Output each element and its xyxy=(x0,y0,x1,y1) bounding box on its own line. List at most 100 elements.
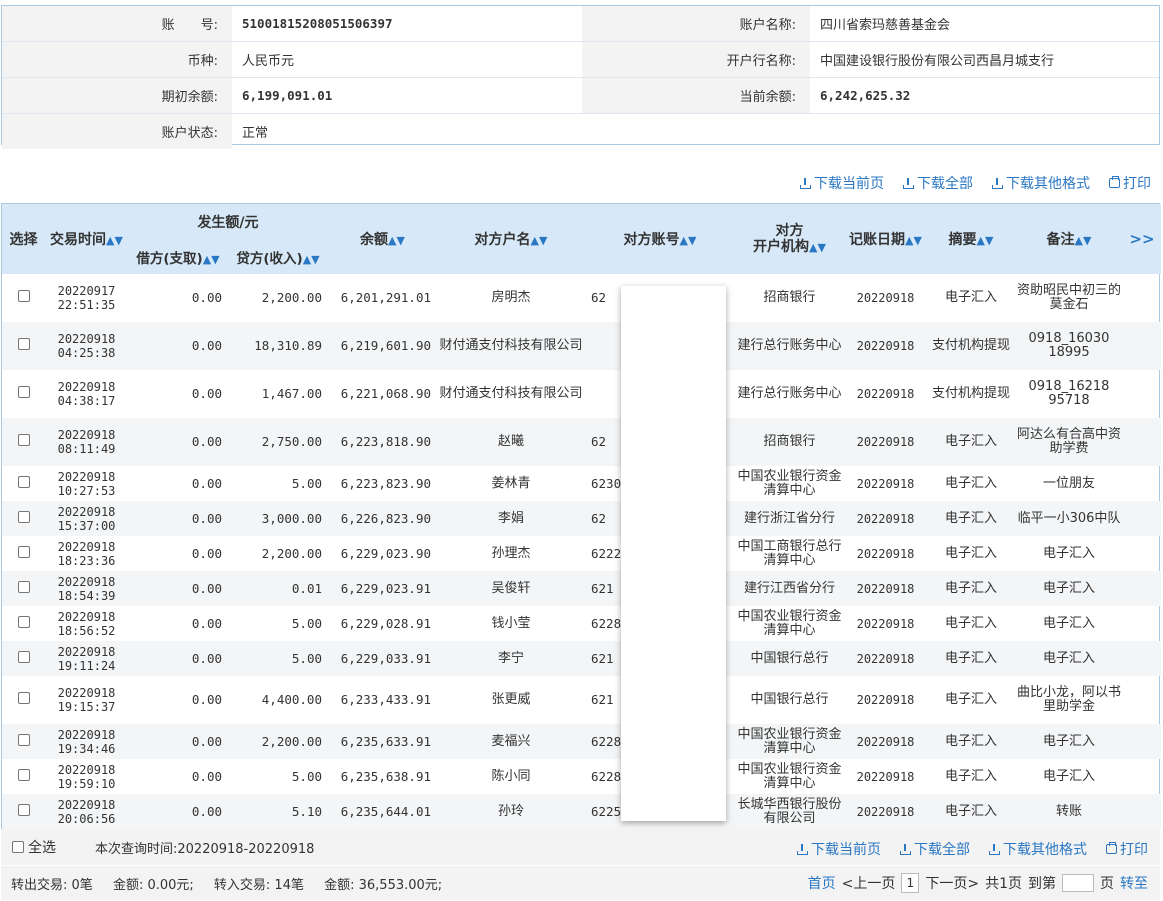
cell-counterparty-bank: 建行总行账务中心 xyxy=(737,386,842,401)
cell-balance: 6,223,823.90 xyxy=(340,475,431,491)
next-page-link[interactable]: 下一页> xyxy=(925,873,979,893)
cell-counterparty-name: 麦福兴 xyxy=(437,724,585,759)
cell-remark: 电子汇入 xyxy=(1042,768,1095,784)
download-all-button[interactable]: 下载全部 xyxy=(903,173,973,193)
table-row[interactable]: 20220918 04:25:38 0.00 18,310.89 6,219,601.9… xyxy=(2,322,1161,370)
cell-counterparty-bank: 中国工商银行总行清算中心 xyxy=(737,538,842,568)
table-footer: 全选 本次查询时间:20220918-20220918 下载当前页 下载全部 下… xyxy=(1,829,1160,865)
header-summary[interactable]: 摘要▲▼ xyxy=(927,204,1015,274)
table-row[interactable]: 20220918 19:59:10 0.00 5.00 6,235,638.91 陈小同 6… xyxy=(2,759,1161,794)
print-button[interactable]: 打印 xyxy=(1109,173,1151,193)
sort-icon: ▲▼ xyxy=(388,234,405,247)
download-page-button[interactable]: 下载当前页 xyxy=(797,839,881,859)
table-row[interactable]: 20220917 22:51:35 0.00 2,200.00 6,201,291.01… xyxy=(2,274,1161,322)
cell-summary: 支付机构提现 xyxy=(927,322,1015,370)
sort-icon: ▲▼ xyxy=(976,234,994,247)
goto-page-input[interactable] xyxy=(1062,874,1094,892)
header-counterparty-account[interactable]: 对方账号▲▼ xyxy=(585,204,735,274)
table-row[interactable]: 20220918 18:56:52 0.00 5.00 6,229,028.91 钱小莹 6… xyxy=(2,606,1161,641)
prev-page-link[interactable]: <上一页 xyxy=(842,873,896,893)
row-checkbox[interactable] xyxy=(17,692,30,704)
redaction-overlay xyxy=(621,286,726,821)
download-other-format-button[interactable]: 下载其他格式 xyxy=(989,839,1087,859)
download-all-button[interactable]: 下载全部 xyxy=(900,839,970,859)
row-checkbox[interactable] xyxy=(17,475,30,488)
cell-spacer xyxy=(1123,606,1161,641)
select-all-checkbox[interactable] xyxy=(12,841,24,853)
row-checkbox[interactable] xyxy=(17,510,30,523)
cell-time: 20220918 19:11:24 xyxy=(45,641,128,676)
table-row[interactable]: 20220918 19:34:46 0.00 2,200.00 6,235,633.91… xyxy=(2,724,1161,759)
cell-checkbox xyxy=(2,571,45,606)
pagination: 首页 <上一页 1 下一页> 共1页 到第 页 转至 xyxy=(808,873,1148,893)
first-page-link[interactable]: 首页 xyxy=(808,873,836,893)
cell-credit: 1,467.00 xyxy=(261,386,322,401)
row-checkbox[interactable] xyxy=(17,733,30,746)
cell-counterparty-bank: 中国农业银行资金清算中心 xyxy=(737,761,842,791)
row-checkbox[interactable] xyxy=(17,290,30,302)
table-row[interactable]: 20220918 18:23:36 0.00 2,200.00 6,229,023.90… xyxy=(2,536,1161,571)
cell-debit: 0.00 xyxy=(128,794,228,829)
table-row[interactable]: 20220918 15:37:00 0.00 3,000.00 6,226,823.90… xyxy=(2,501,1161,536)
cell-balance: 6,235,633.91 xyxy=(328,724,437,759)
row-checkbox[interactable] xyxy=(17,386,30,398)
cell-debit: 0.00 xyxy=(191,386,222,401)
transaction-clock: 19:11:24 xyxy=(57,658,116,673)
transaction-date: 20220918 xyxy=(57,686,116,700)
header-counterparty-bank[interactable]: 对方 开户机构▲▼ xyxy=(735,204,844,274)
cell-debit: 0.00 xyxy=(128,501,228,536)
sort-icon: ▲▼ xyxy=(809,240,826,254)
print-button[interactable]: 打印 xyxy=(1106,839,1148,859)
cell-balance: 6,235,638.91 xyxy=(340,768,431,784)
header-balance[interactable]: 余额▲▼ xyxy=(328,204,437,274)
cell-booking-date: 20220918 xyxy=(856,291,915,305)
download-other-format-button[interactable]: 下载其他格式 xyxy=(992,173,1090,193)
cell-booking-date: 20220918 xyxy=(856,546,915,561)
cell-summary: 电子汇入 xyxy=(944,615,997,631)
cell-spacer xyxy=(1123,501,1161,536)
cell-counterparty-name: 房明杰 xyxy=(491,290,531,305)
select-all[interactable]: 全选 xyxy=(12,837,56,857)
table-row[interactable]: 20220918 10:27:53 0.00 5.00 6,223,823.90 姜林青 6… xyxy=(2,466,1161,501)
cell-remark: 一位朋友 xyxy=(1042,475,1095,491)
header-credit[interactable]: 贷方(收入)▲▼ xyxy=(228,240,328,274)
transaction-clock: 18:23:36 xyxy=(57,553,116,568)
row-checkbox[interactable] xyxy=(17,434,30,446)
table-row[interactable]: 20220918 04:38:17 0.00 1,467.00 6,221,068.90… xyxy=(2,370,1161,418)
cell-checkbox xyxy=(2,466,45,501)
cell-credit: 3,000.00 xyxy=(228,501,328,536)
cell-debit: 0.00 xyxy=(128,418,228,466)
expand-columns-icon[interactable]: >> xyxy=(1123,204,1161,274)
table-row[interactable]: 20220918 20:06:56 0.00 5.10 6,235,644.01 孙玲 62… xyxy=(2,794,1161,829)
cell-spacer xyxy=(1123,641,1161,676)
cell-counterparty-bank: 建行江西省分行 xyxy=(735,571,844,606)
header-counterparty-name[interactable]: 对方户名▲▼ xyxy=(437,204,585,274)
row-checkbox[interactable] xyxy=(17,615,30,628)
download-page-button[interactable]: 下载当前页 xyxy=(800,173,884,193)
table-row[interactable]: 20220918 08:11:49 0.00 2,750.00 6,223,818.90… xyxy=(2,418,1161,466)
cell-checkbox xyxy=(2,322,45,370)
header-debit[interactable]: 借方(支取)▲▼ xyxy=(128,240,228,274)
cell-time: 20220918 08:11:49 xyxy=(45,418,128,466)
out-amount: 金额: 0.00元; xyxy=(112,877,194,893)
account-row-2: 币种: 人民币元 开户行名称: 中国建设银行股份有限公司西昌月城支行 xyxy=(2,41,1159,78)
row-checkbox[interactable] xyxy=(17,545,30,558)
row-checkbox[interactable] xyxy=(17,580,30,593)
row-checkbox[interactable] xyxy=(17,650,30,663)
table-row[interactable]: 20220918 18:54:39 0.00 0.01 6,229,023.91 吴俊轩 6… xyxy=(2,571,1161,606)
total-pages: 共1页 xyxy=(985,876,1022,892)
cell-checkbox xyxy=(2,418,45,466)
goto-button[interactable]: 转至 xyxy=(1120,873,1148,893)
transactions-table: 选择 交易时间▲▼ 发生额/元 余额▲▼ 对方户名▲▼ 对方账号▲▼ 对方 开户… xyxy=(1,203,1161,830)
header-booking-date[interactable]: 记账日期▲▼ xyxy=(844,204,927,274)
table-row[interactable]: 20220918 19:15:37 0.00 4,400.00 6,233,433.91… xyxy=(2,676,1161,724)
row-checkbox[interactable] xyxy=(17,803,30,816)
header-time[interactable]: 交易时间▲▼ xyxy=(45,204,128,274)
table-row[interactable]: 20220918 19:11:24 0.00 5.00 6,229,033.91 李宁 62… xyxy=(2,641,1161,676)
row-checkbox[interactable] xyxy=(17,768,30,781)
cell-remark: 转账 xyxy=(1015,794,1123,829)
header-remark[interactable]: 备注▲▼ xyxy=(1015,204,1123,274)
cell-remark: 电子汇入 xyxy=(1015,724,1123,759)
transaction-clock: 20:06:56 xyxy=(57,811,116,826)
row-checkbox[interactable] xyxy=(17,338,30,350)
